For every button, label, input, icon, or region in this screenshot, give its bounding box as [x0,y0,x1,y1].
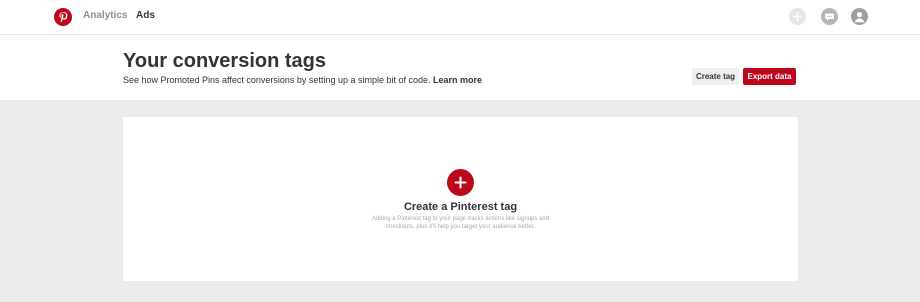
learn-more-link[interactable]: Learn more [433,75,482,85]
nav-ads-link[interactable]: Ads [136,10,155,21]
chat-icon[interactable] [821,8,838,25]
export-data-button[interactable]: Export data [743,68,796,85]
subtitle-text: See how Promoted Pins affect conversions… [123,75,431,85]
top-nav: Analytics Ads [0,0,920,35]
pinterest-logo-icon[interactable] [54,8,72,26]
empty-state-card: Create a Pinterest tag Adding a Pinteres… [123,117,798,281]
page-title: Your conversion tags [123,50,327,72]
page-subtitle: See how Promoted Pins affect conversions… [123,75,482,85]
page-header: Your conversion tags See how Promoted Pi… [0,36,920,100]
nav-analytics-link[interactable]: Analytics [83,10,127,21]
create-tag-plus-icon[interactable] [447,169,474,196]
content-area: Create a Pinterest tag Adding a Pinteres… [0,100,920,302]
empty-state-title: Create a Pinterest tag [403,201,518,213]
add-icon[interactable] [789,8,806,25]
profile-icon[interactable] [851,8,868,25]
empty-state-description: Adding a Pinterest tag to your page trac… [371,216,550,230]
create-tag-button[interactable]: Create tag [692,68,739,85]
